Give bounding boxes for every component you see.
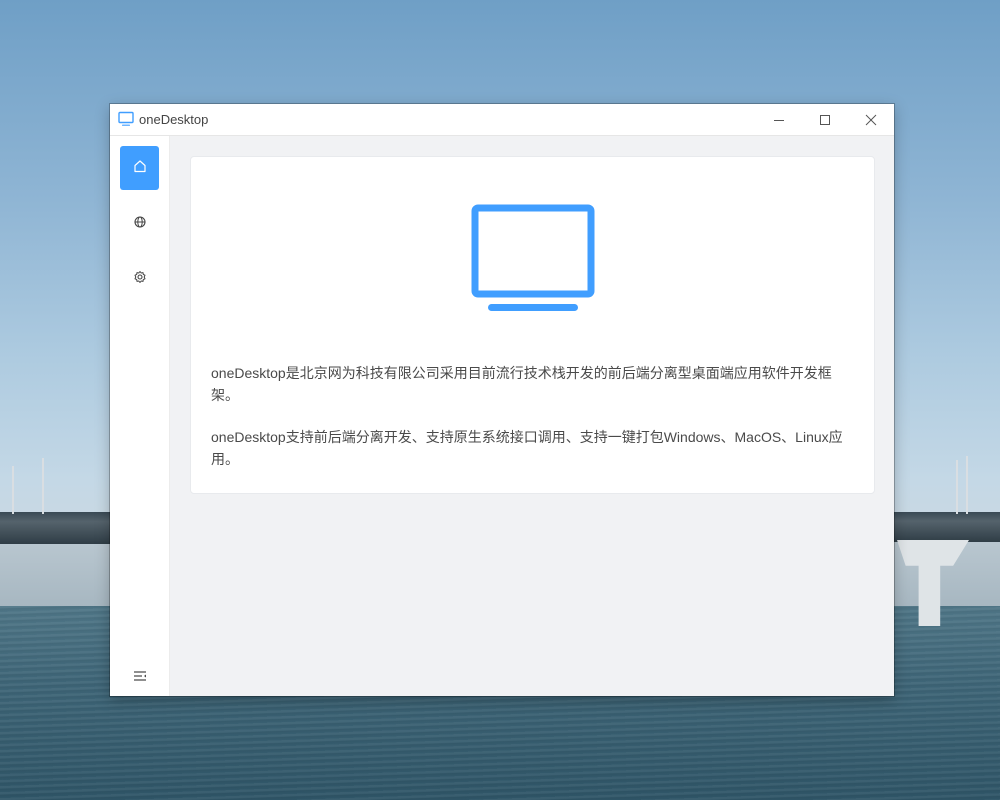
app-window: oneDesktop oneDesktop是北京网为科技有限公司采用目前流行技术…	[110, 104, 894, 696]
menu-fold-icon	[133, 669, 147, 688]
wallpaper-bridge-left	[0, 512, 112, 544]
main-content: oneDesktop是北京网为科技有限公司采用目前流行技术栈开发的前后端分离型桌…	[170, 136, 894, 696]
app-monitor-icon	[118, 111, 134, 127]
sidebar-collapse-button[interactable]	[120, 660, 159, 696]
wallpaper-lamp	[966, 456, 968, 514]
home-icon	[133, 159, 147, 178]
maximize-button[interactable]	[802, 104, 848, 135]
window-title: oneDesktop	[139, 112, 209, 127]
wallpaper-bridge-right	[894, 512, 1000, 542]
title-bar[interactable]: oneDesktop	[110, 104, 894, 136]
gear-icon	[133, 270, 147, 289]
minimize-button[interactable]	[756, 104, 802, 135]
wallpaper-lamp	[12, 466, 14, 514]
intro-paragraph-1: oneDesktop是北京网为科技有限公司采用目前流行技术栈开发的前后端分离型桌…	[211, 365, 832, 403]
intro-paragraph-2: oneDesktop支持前后端分离开发、支持原生系统接口调用、支持一键打包Win…	[211, 429, 843, 467]
sidebar-item-home[interactable]	[120, 146, 159, 190]
close-button[interactable]	[848, 104, 894, 135]
monitor-icon	[471, 204, 595, 312]
sidebar-item-settings[interactable]	[120, 257, 159, 301]
sidebar	[110, 136, 170, 696]
close-icon	[865, 114, 877, 126]
intro-card: oneDesktop是北京网为科技有限公司采用目前流行技术栈开发的前后端分离型桌…	[190, 156, 875, 494]
globe-icon	[133, 215, 147, 234]
wallpaper-lamp	[42, 458, 44, 514]
maximize-icon	[819, 114, 831, 126]
sidebar-item-globe[interactable]	[120, 202, 159, 246]
minimize-icon	[773, 114, 785, 126]
wallpaper-lamp	[956, 460, 958, 514]
